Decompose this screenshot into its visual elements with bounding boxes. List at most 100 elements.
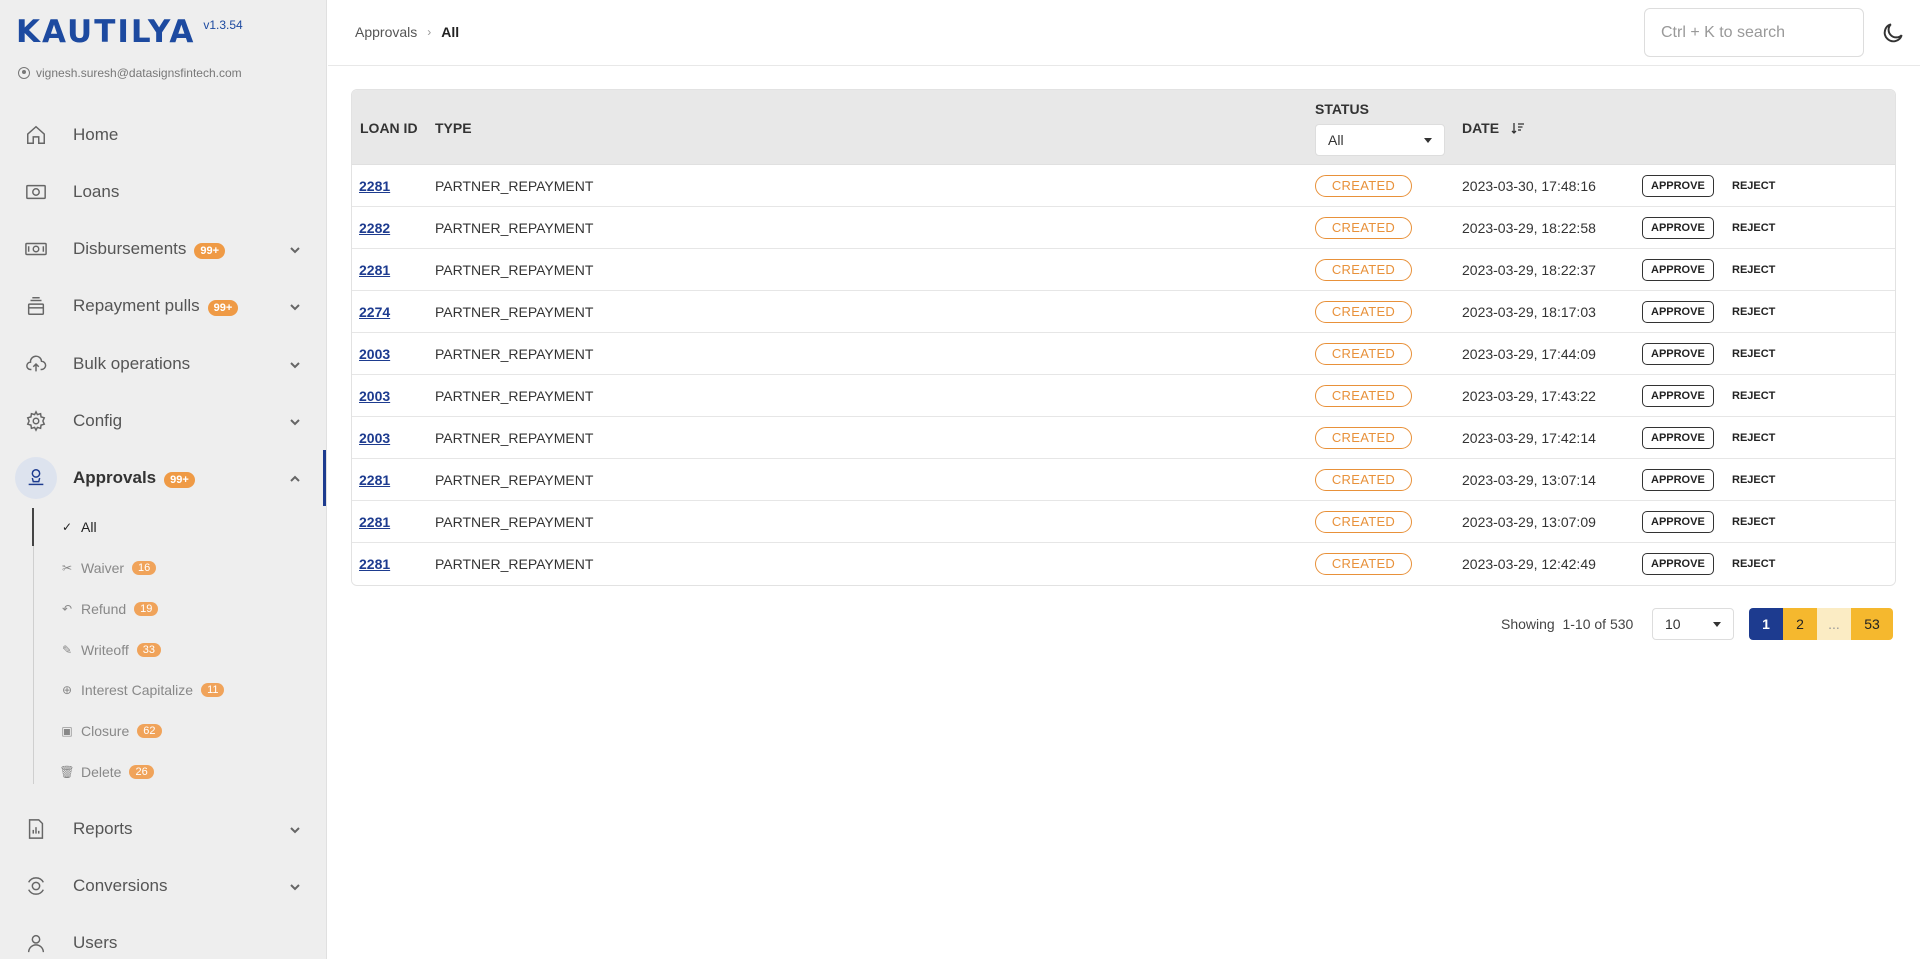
sidebar-subitem-interest-capitalize[interactable]: ⊕ Interest Capitalize 11	[0, 674, 326, 706]
count-badge: 62	[137, 724, 162, 738]
approve-button[interactable]: APPROVE	[1642, 384, 1714, 407]
status-cell: CREATED	[1315, 375, 1412, 416]
status-cell: CREATED	[1315, 501, 1412, 542]
approve-button[interactable]: APPROVE	[1642, 258, 1714, 281]
page-button-1[interactable]: 1	[1749, 608, 1783, 640]
count-badge: 19	[134, 602, 159, 616]
user-email-text: vignesh.suresh@datasignsfintech.com	[36, 66, 242, 80]
date-cell: 2023-03-29, 12:42:49	[1462, 555, 1596, 572]
approve-button[interactable]: APPROVE	[1642, 174, 1714, 197]
type-cell: PARTNER_REPAYMENT	[435, 177, 594, 194]
reject-button[interactable]: REJECT	[1732, 348, 1775, 360]
loan-id-cell: 2281	[359, 543, 390, 584]
loan-id-link[interactable]: 2274	[359, 304, 390, 320]
conversions-icon	[24, 874, 48, 898]
reject-button[interactable]: REJECT	[1732, 474, 1775, 486]
loan-id-link[interactable]: 2003	[359, 346, 390, 362]
sidebar-item-config[interactable]: Config	[0, 397, 326, 445]
approvals-icon	[24, 466, 48, 490]
sidebar-subitem-waiver[interactable]: ✂ Waiver 16	[0, 552, 326, 584]
reject-button[interactable]: REJECT	[1732, 558, 1775, 570]
page-size-select[interactable]: 10	[1652, 608, 1734, 640]
chevron-down-icon	[289, 823, 301, 835]
loan-id-link[interactable]: 2281	[359, 514, 390, 530]
caret-down-icon	[1424, 137, 1432, 143]
reject-button[interactable]: REJECT	[1732, 306, 1775, 318]
sidebar-item-repayment-pulls[interactable]: Repayment pulls 99+	[0, 282, 326, 330]
table-row: 2281 PARTNER_REPAYMENT CREATED 2023-03-29, …	[352, 459, 1895, 501]
user-icon	[24, 931, 48, 955]
sidebar-item-home[interactable]: Home	[0, 111, 326, 159]
reject-button[interactable]: REJECT	[1732, 390, 1775, 402]
approve-button[interactable]: APPROVE	[1642, 300, 1714, 323]
reject-cell: REJECT	[1732, 165, 1775, 206]
reject-button[interactable]: REJECT	[1732, 222, 1775, 234]
sidebar-item-bulk-operations[interactable]: Bulk operations	[0, 340, 326, 388]
sidebar-subitem-all[interactable]: ✓ All	[0, 511, 326, 543]
actions-cell: APPROVE	[1642, 417, 1714, 458]
reject-button[interactable]: REJECT	[1732, 432, 1775, 444]
date-cell: 2023-03-29, 13:07:09	[1462, 513, 1596, 530]
approve-button[interactable]: APPROVE	[1642, 510, 1714, 533]
undo-icon: ↶	[61, 602, 73, 616]
sidebar-item-loans[interactable]: Loans	[0, 168, 326, 216]
type-cell: PARTNER_REPAYMENT	[435, 555, 594, 572]
table-header: LOAN ID TYPE STATUS All DATE	[352, 90, 1895, 165]
reject-cell: REJECT	[1732, 501, 1775, 542]
approve-button[interactable]: APPROVE	[1642, 216, 1714, 239]
approve-button[interactable]: APPROVE	[1642, 426, 1714, 449]
search-input[interactable]	[1644, 8, 1864, 57]
approve-button[interactable]: APPROVE	[1642, 468, 1714, 491]
loan-id-link[interactable]: 2003	[359, 388, 390, 404]
loan-id-link[interactable]: 2282	[359, 220, 390, 236]
sidebar-subitem-refund[interactable]: ↶ Refund 19	[0, 593, 326, 625]
loan-id-link[interactable]: 2281	[359, 472, 390, 488]
subitem-text: Closure	[81, 723, 130, 739]
sidebar-item-disbursements[interactable]: Disbursements 99+	[0, 225, 326, 273]
loan-id-link[interactable]: 2281	[359, 262, 390, 278]
subitem-label: All	[81, 519, 97, 535]
reject-cell: REJECT	[1732, 333, 1775, 374]
approve-button[interactable]: APPROVE	[1642, 552, 1714, 575]
user-circle-icon	[18, 67, 30, 79]
reject-button[interactable]: REJECT	[1732, 264, 1775, 276]
trash-icon: 🗑	[59, 765, 75, 779]
sidebar-item-text: Disbursements	[73, 239, 187, 258]
sidebar-subitem-delete[interactable]: 🗑 Delete 26	[0, 756, 326, 788]
page-button-last[interactable]: 53	[1851, 608, 1893, 640]
sidebar-subitem-writeoff[interactable]: ✎ Writeoff 33	[0, 634, 326, 666]
sidebar-item-approvals[interactable]: Approvals 99+	[0, 454, 326, 502]
page-size-value: 10	[1665, 616, 1681, 632]
subitem-text: Interest Capitalize	[81, 682, 194, 698]
sidebar-item-users[interactable]: Users	[0, 919, 326, 959]
reject-cell: REJECT	[1732, 417, 1775, 458]
page-button-2[interactable]: 2	[1783, 608, 1817, 640]
type-cell: PARTNER_REPAYMENT	[435, 345, 594, 362]
table-row: 2274 PARTNER_REPAYMENT CREATED 2023-03-29, …	[352, 291, 1895, 333]
type-cell: PARTNER_REPAYMENT	[435, 471, 594, 488]
sidebar-subitem-closure[interactable]: ▣ Closure 62	[0, 715, 326, 747]
moon-icon[interactable]	[1880, 20, 1906, 46]
loan-id-cell: 2003	[359, 375, 390, 416]
count-badge: 99+	[207, 300, 239, 316]
loan-id-link[interactable]: 2281	[359, 178, 390, 194]
breadcrumb-approvals[interactable]: Approvals	[355, 24, 417, 40]
status-filter-select[interactable]: All	[1315, 124, 1445, 156]
approve-button[interactable]: APPROVE	[1642, 342, 1714, 365]
status-badge: CREATED	[1315, 300, 1412, 323]
breadcrumb-current: All	[441, 24, 460, 40]
sort-icon[interactable]	[1511, 121, 1525, 137]
subitem-text: Writeoff	[81, 642, 129, 658]
actions-cell: APPROVE	[1642, 333, 1714, 374]
status-cell: CREATED	[1315, 417, 1412, 458]
reject-button[interactable]: REJECT	[1732, 180, 1775, 192]
column-header-date[interactable]: DATE	[1462, 120, 1525, 137]
sidebar-item-conversions[interactable]: Conversions	[0, 862, 326, 910]
loan-id-link[interactable]: 2003	[359, 430, 390, 446]
chevron-right-icon: ›	[427, 25, 432, 39]
date-cell: 2023-03-29, 13:07:14	[1462, 471, 1596, 488]
count-badge: 26	[129, 765, 154, 779]
loan-id-link[interactable]: 2281	[359, 556, 390, 572]
reject-button[interactable]: REJECT	[1732, 516, 1775, 528]
sidebar-item-reports[interactable]: Reports	[0, 805, 326, 853]
